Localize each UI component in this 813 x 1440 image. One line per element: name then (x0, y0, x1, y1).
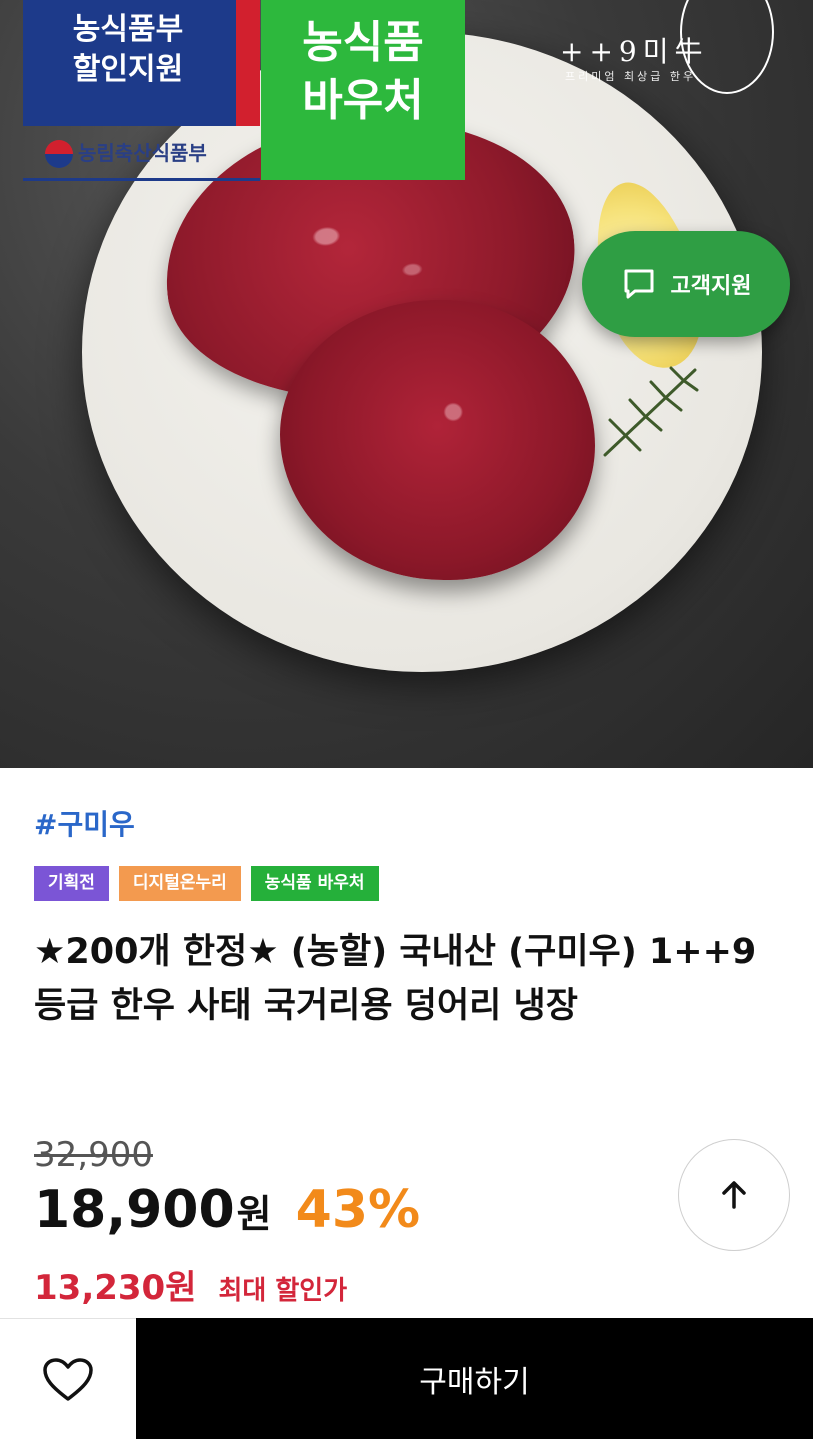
brand-tag-link[interactable]: #구미우 (34, 803, 135, 843)
scroll-to-top-button[interactable] (678, 1139, 790, 1251)
voucher-badge: 농식품 바우처 (261, 0, 465, 180)
bottom-action-bar: 구매하기 (0, 1318, 813, 1440)
mafra-discount-badge: 농식품부 할인지원 농림축산식품부 (23, 0, 260, 181)
taeguk-logo-icon (45, 140, 73, 168)
chip-promotion: 기획전 (34, 866, 109, 901)
max-discount-price: 13,230원 (34, 1268, 197, 1308)
price-unit: 원 (236, 1192, 272, 1236)
support-label: 고객지원 (670, 274, 752, 299)
max-discount-label: 최대 할인가 (218, 1276, 348, 1306)
chip-digital-onnuri: 디지털온누리 (118, 866, 241, 901)
buy-button[interactable]: 구매하기 (136, 1318, 813, 1439)
wishlist-button[interactable] (0, 1318, 136, 1440)
badge-voucher-line1: 농식품 (302, 17, 424, 68)
original-price: 32,900 (34, 1135, 153, 1175)
max-discount-row: 13,230원 최대 할인가 (34, 1260, 347, 1309)
sale-price: 18,900 (34, 1180, 235, 1240)
chip-list: 기획전 디지털온누리 농식품 바우처 (34, 866, 379, 901)
ministry-name: 농림축산식품부 (78, 141, 207, 165)
product-title: ★200개 한정★ (농할) 국내산 (구미우) 1++9등급 한우 사태 국거… (34, 932, 757, 1026)
brand-char: 牛 (674, 35, 709, 68)
brand-logo: ++9미牛 프리미엄 최상급 한우 (560, 0, 780, 100)
product-image: 농식품부 할인지원 농림축산식품부 농식품 바우처 ++9미牛 프리미엄 최상급… (0, 0, 813, 768)
heart-icon (43, 1357, 93, 1401)
arrow-up-icon (722, 1181, 746, 1209)
customer-support-button[interactable]: 고객지원 (582, 231, 790, 337)
chat-icon (624, 269, 654, 299)
badge-mafra-line1: 농식품부 (72, 12, 184, 47)
badge-mafra-line2: 할인지원 (72, 52, 184, 87)
brand-sub: 프리미엄 최상급 한우 (565, 70, 697, 83)
price-row: 18,900 원 43% (34, 1180, 420, 1240)
badge-voucher-line2: 바우처 (302, 75, 424, 126)
chip-voucher: 농식품 바우처 (250, 866, 379, 901)
discount-rate: 43% (295, 1180, 421, 1240)
brand-main: ++9미 (560, 35, 675, 68)
rosemary-sprig (603, 366, 699, 457)
